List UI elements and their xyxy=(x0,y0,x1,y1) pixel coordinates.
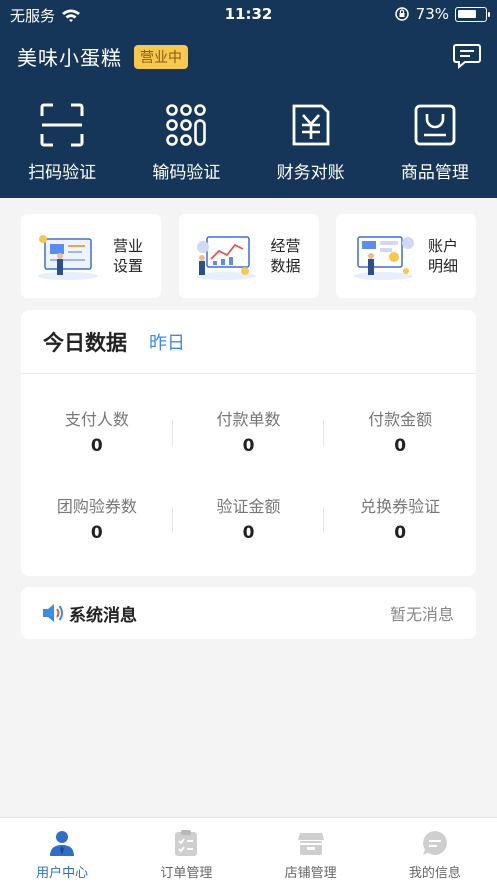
quick-action-label: 扫码验证 xyxy=(28,163,97,183)
function-card-label: 营业设置 xyxy=(113,237,144,275)
stat-label: 付款单数 xyxy=(216,410,281,429)
today-data-header: 今日数据 昨日 xyxy=(21,310,476,374)
stat-verify-amount: 验证金额 0 xyxy=(173,493,325,543)
stat-value: 0 xyxy=(242,436,255,456)
chat-message-icon[interactable] xyxy=(453,43,481,69)
stat-value: 0 xyxy=(394,436,407,456)
function-cards: 营业设置 经营数据 账户明细 xyxy=(21,214,476,298)
stat-pay-orders: 付款单数 0 xyxy=(173,406,325,456)
bottom-tab-bar: 用户中心 订单管理 店铺管理 我的信息 xyxy=(0,817,497,883)
notice-status: 暂无消息 xyxy=(389,605,454,624)
today-data-card: 今日数据 昨日 支付人数 0 付款单数 0 付款金额 0 团购验券数 0 验证金… xyxy=(21,310,476,576)
notice-title: 系统消息 xyxy=(69,605,137,626)
keypad-icon xyxy=(166,104,207,146)
stat-value: 0 xyxy=(394,523,407,543)
store-icon xyxy=(297,833,324,855)
header: 无服务 11:32 73% 美味小蛋糕 营业中 扫码验证 输码验证 财务对账 商… xyxy=(0,0,497,198)
quick-actions: 扫码验证 输码验证 财务对账 商品管理 xyxy=(0,102,497,183)
battery-level xyxy=(458,9,477,18)
user-icon xyxy=(50,831,75,856)
stat-label: 兑换券验证 xyxy=(360,497,441,516)
tab-user-center[interactable]: 用户中心 xyxy=(0,818,124,883)
shop-name: 美味小蛋糕 xyxy=(17,46,122,70)
quick-action-label: 商品管理 xyxy=(400,163,469,183)
account-detail-card[interactable]: 账户明细 xyxy=(336,214,476,298)
tab-my-messages[interactable]: 我的信息 xyxy=(373,818,497,883)
account-detail-illustration xyxy=(353,236,414,280)
quick-action-finance[interactable]: 财务对账 xyxy=(249,102,373,183)
stat-label: 付款金额 xyxy=(368,410,433,429)
today-data-title[interactable]: 今日数据 xyxy=(43,327,127,357)
business-settings-illustration xyxy=(38,235,98,280)
message-icon xyxy=(422,831,447,855)
stat-label: 验证金额 xyxy=(216,497,281,516)
operation-data-card[interactable]: 经营数据 xyxy=(178,214,319,298)
tab-yesterday[interactable]: 昨日 xyxy=(149,329,185,355)
quick-action-code[interactable]: 输码验证 xyxy=(124,102,248,183)
stat-pay-amount: 付款金额 0 xyxy=(324,406,476,456)
stat-pay-users: 支付人数 0 xyxy=(21,406,173,456)
finance-icon xyxy=(292,104,330,146)
tab-label: 订单管理 xyxy=(160,866,213,881)
system-notice-bar[interactable]: 系统消息 暂无消息 xyxy=(21,587,476,639)
stat-exchange-coupons: 兑换券验证 0 xyxy=(324,493,476,543)
tab-label: 用户中心 xyxy=(36,866,89,881)
stat-value: 0 xyxy=(90,436,103,456)
status-badge: 营业中 xyxy=(134,44,188,69)
stat-label: 支付人数 xyxy=(64,410,129,429)
quick-action-products[interactable]: 商品管理 xyxy=(373,102,497,183)
tab-store-management[interactable]: 店铺管理 xyxy=(249,818,373,883)
quick-action-scan[interactable]: 扫码验证 xyxy=(0,102,124,183)
tab-order-management[interactable]: 订单管理 xyxy=(124,818,248,883)
stats-row: 团购验券数 0 验证金额 0 兑换券验证 0 xyxy=(21,493,476,543)
battery-percent: 73% xyxy=(415,5,449,23)
quick-action-label: 输码验证 xyxy=(152,163,221,183)
product-icon xyxy=(414,104,456,146)
status-bar: 无服务 11:32 73% xyxy=(0,0,497,30)
function-card-label: 经营数据 xyxy=(270,237,301,275)
stat-group-coupons: 团购验券数 0 xyxy=(21,493,173,543)
speaker-icon xyxy=(43,604,63,622)
shop-info: 美味小蛋糕 营业中 xyxy=(17,42,188,71)
function-card-label: 账户明细 xyxy=(428,237,459,275)
quick-action-label: 财务对账 xyxy=(276,163,345,183)
stat-value: 0 xyxy=(90,523,103,543)
orientation-lock-icon xyxy=(394,7,409,21)
battery-icon xyxy=(455,6,490,22)
tab-label: 我的信息 xyxy=(408,866,461,881)
scan-icon xyxy=(40,103,84,147)
stat-value: 0 xyxy=(242,523,255,543)
tab-label: 店铺管理 xyxy=(284,866,337,881)
operation-data-illustration xyxy=(195,236,256,280)
business-settings-card[interactable]: 营业设置 xyxy=(21,214,161,298)
stat-label: 团购验券数 xyxy=(56,497,137,516)
stats-row: 支付人数 0 付款单数 0 付款金额 0 xyxy=(21,406,476,456)
order-icon xyxy=(175,830,198,856)
